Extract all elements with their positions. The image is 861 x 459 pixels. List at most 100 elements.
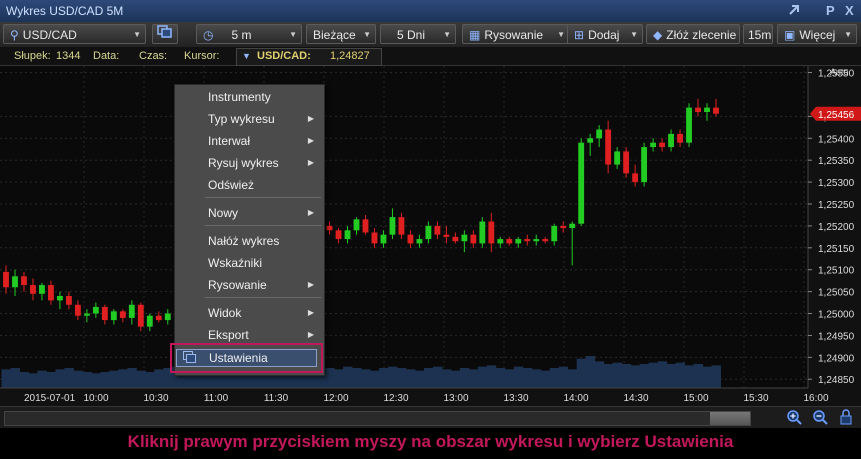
chevron-right-icon: ▶ <box>307 136 314 145</box>
menu-item-settings[interactable]: Ustawienia <box>170 343 323 373</box>
interval-value: 5 m <box>231 28 252 42</box>
range-selector[interactable]: 5 Dni ▼ <box>380 24 456 44</box>
y-tick-label: 1,25400 <box>818 134 855 145</box>
volume-bar <box>136 370 146 388</box>
volume-bar <box>585 356 596 388</box>
menu-item-chart-type[interactable]: Typ wykresu ▶ <box>175 109 324 129</box>
candle-body <box>353 219 360 231</box>
pin-button[interactable]: P <box>826 3 835 18</box>
time-axis: 2015-07-01 10:00 10:30 11:00 11:30 12:00 12:30… <box>0 387 861 406</box>
candle-body <box>443 234 450 237</box>
y-tick-label: 1,25550 <box>818 69 855 80</box>
x-tick-label: 15:00 <box>683 393 708 404</box>
candle-body <box>641 147 648 183</box>
candle-body <box>92 306 99 314</box>
context-menu: Instrumenty Typ wykresu ▶ Interwał ▶ Rysuj… <box>174 84 325 376</box>
x-tick-label: 12:00 <box>323 393 348 404</box>
volume-bar <box>396 368 407 388</box>
volume-bar <box>154 369 164 388</box>
chevron-down-icon: ▼ <box>844 30 852 39</box>
volume-bar <box>558 366 569 388</box>
zoom-out-icon[interactable] <box>812 409 828 428</box>
close-button[interactable]: X <box>845 3 854 18</box>
link-icon[interactable] <box>787 3 801 20</box>
candle-body <box>65 296 72 305</box>
menu-item-instruments[interactable]: Instrumenty <box>175 87 324 107</box>
candle-body <box>344 230 351 240</box>
candle-body <box>659 142 665 148</box>
lock-icon[interactable] <box>838 409 854 428</box>
volume-bar <box>711 365 721 388</box>
candle-body <box>110 311 117 321</box>
menu-item-indicators[interactable]: Wskaźniki <box>175 253 324 273</box>
menu-item-label: Eksport <box>208 328 249 342</box>
more-menu[interactable]: ▣ Więcej ▼ <box>777 24 857 44</box>
candle-body <box>686 107 692 143</box>
chart-type-selector[interactable]: Bieżące ▼ <box>306 24 376 44</box>
price-chart[interactable]: Auto1,255501,254501,254001,253501,253001… <box>0 66 861 406</box>
menu-item-view[interactable]: Widok ▶ <box>175 303 324 323</box>
x-tick-label: 12:30 <box>383 393 408 404</box>
horizontal-scrollbar[interactable] <box>4 411 751 426</box>
candle-body <box>452 236 459 242</box>
volume-bar <box>55 369 65 388</box>
place-order-button[interactable]: ◆ Złóż zlecenie <box>646 24 740 44</box>
add-menu[interactable]: ⊞ Dodaj ▼ <box>567 24 643 44</box>
candle-body <box>101 306 108 321</box>
caret-down-icon: ▼ <box>242 51 251 61</box>
chevron-down-icon: ▼ <box>630 30 638 39</box>
x-tick-label: 2015-07-01 <box>24 393 76 404</box>
candle-body <box>155 315 162 321</box>
volume-bar <box>648 362 659 388</box>
candle-body <box>164 313 171 321</box>
chevron-down-icon: ▼ <box>133 30 141 39</box>
x-tick-label: 14:30 <box>623 393 648 404</box>
drawing-menu[interactable]: ▦ Rysowanie ▼ <box>462 24 570 44</box>
chevron-right-icon: ▶ <box>307 158 314 167</box>
candle-body <box>425 225 432 240</box>
chevron-down-icon: ▼ <box>443 30 451 39</box>
scrollbar-thumb[interactable] <box>710 412 750 425</box>
menu-item-settings-highlight[interactable]: Ustawienia <box>176 349 317 367</box>
date-label: Data: <box>93 50 120 62</box>
pair-price: 1,24827 <box>330 50 370 62</box>
menu-item-export[interactable]: Eksport ▶ <box>175 325 324 345</box>
instruments-button[interactable] <box>152 24 178 44</box>
cursor-label: Kursor: <box>184 50 220 62</box>
menu-item-label: Rysowanie <box>208 278 267 292</box>
candle-body <box>488 221 495 244</box>
candle-body <box>335 230 342 240</box>
x-tick-label: 11:00 <box>204 393 229 404</box>
candle-body <box>479 221 486 244</box>
bar-value: 1344 <box>56 50 81 62</box>
menu-item-drawing[interactable]: Rysowanie ▶ <box>175 275 324 295</box>
volume-bar <box>540 370 551 388</box>
menu-item-refresh[interactable]: Odśwież <box>175 175 324 195</box>
candle-body <box>632 173 639 183</box>
zoom-in-icon[interactable] <box>786 409 802 428</box>
volume-bar <box>325 368 335 388</box>
volume-bar <box>361 369 371 388</box>
x-tick-label: 16:00 <box>803 393 828 404</box>
candle-body <box>146 315 153 327</box>
drawing-label: Rysowanie <box>484 28 544 42</box>
candle-body <box>326 225 333 231</box>
x-tick-label: 13:30 <box>503 393 528 404</box>
quick-interval-button[interactable]: 15m <box>743 24 773 44</box>
menu-item-new[interactable]: Nowy ▶ <box>175 203 324 223</box>
menu-item-draw-chart[interactable]: Rysuj wykres ▶ <box>175 153 324 173</box>
x-tick-label: 10:30 <box>143 393 168 404</box>
volume-bar <box>423 368 434 388</box>
menu-item-overlay-chart[interactable]: Nałóż wykres <box>175 231 324 251</box>
symbol-selector[interactable]: ⚲ USD/CAD ▼ <box>3 24 146 44</box>
interval-selector[interactable]: ◷ 5 m ▼ <box>196 24 302 44</box>
volume-bar <box>612 362 623 388</box>
menu-item-interval[interactable]: Interwał ▶ <box>175 131 324 151</box>
plus-icon: ⊞ <box>574 28 585 42</box>
volume-bar <box>603 364 614 388</box>
candle-body <box>497 239 504 244</box>
chevron-right-icon: ▶ <box>307 280 314 289</box>
order-icon: ◆ <box>653 28 663 42</box>
y-tick-label: 1,25250 <box>818 200 855 211</box>
clock-icon: ◷ <box>203 28 214 42</box>
